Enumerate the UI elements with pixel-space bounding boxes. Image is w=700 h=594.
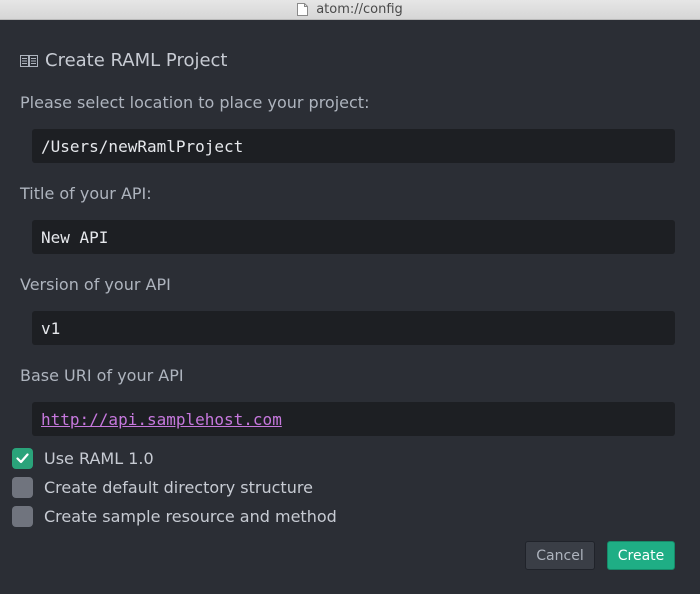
use-raml-10-option[interactable]: Use RAML 1.0 [12, 448, 154, 469]
location-label: Please select location to place your pro… [20, 93, 370, 112]
book-icon [20, 54, 38, 67]
api-title-label: Title of your API: [20, 184, 152, 203]
create-raml-project-dialog: Create RAML Project Please select locati… [0, 20, 700, 594]
sample-resource-label: Create sample resource and method [44, 507, 337, 526]
default-directory-checkbox[interactable] [12, 477, 33, 498]
api-title-input[interactable]: New API [32, 220, 675, 254]
document-icon [297, 3, 309, 16]
sample-resource-option[interactable]: Create sample resource and method [12, 506, 337, 527]
cancel-button[interactable]: Cancel [525, 541, 595, 570]
base-uri-input[interactable]: http://api.samplehost.com [32, 402, 675, 436]
use-raml-10-label: Use RAML 1.0 [44, 449, 154, 468]
location-input[interactable]: /Users/newRamlProject [32, 129, 675, 163]
checkmark-icon [16, 453, 29, 464]
use-raml-10-checkbox[interactable] [12, 448, 33, 469]
location-value: /Users/newRamlProject [41, 136, 244, 156]
api-version-value: v1 [41, 318, 61, 338]
sample-resource-checkbox[interactable] [12, 506, 33, 527]
window-title: atom://config [316, 2, 403, 17]
window-titlebar: atom://config [0, 0, 700, 20]
base-uri-label: Base URI of your API [20, 366, 184, 385]
api-version-label: Version of your API [20, 275, 171, 294]
dialog-header: Create RAML Project [20, 50, 228, 71]
default-directory-label: Create default directory structure [44, 478, 313, 497]
default-directory-option[interactable]: Create default directory structure [12, 477, 313, 498]
dialog-title: Create RAML Project [45, 50, 228, 71]
api-version-input[interactable]: v1 [32, 311, 675, 345]
base-uri-value: http://api.samplehost.com [41, 409, 282, 429]
api-title-value: New API [41, 227, 109, 247]
create-button[interactable]: Create [607, 541, 675, 570]
